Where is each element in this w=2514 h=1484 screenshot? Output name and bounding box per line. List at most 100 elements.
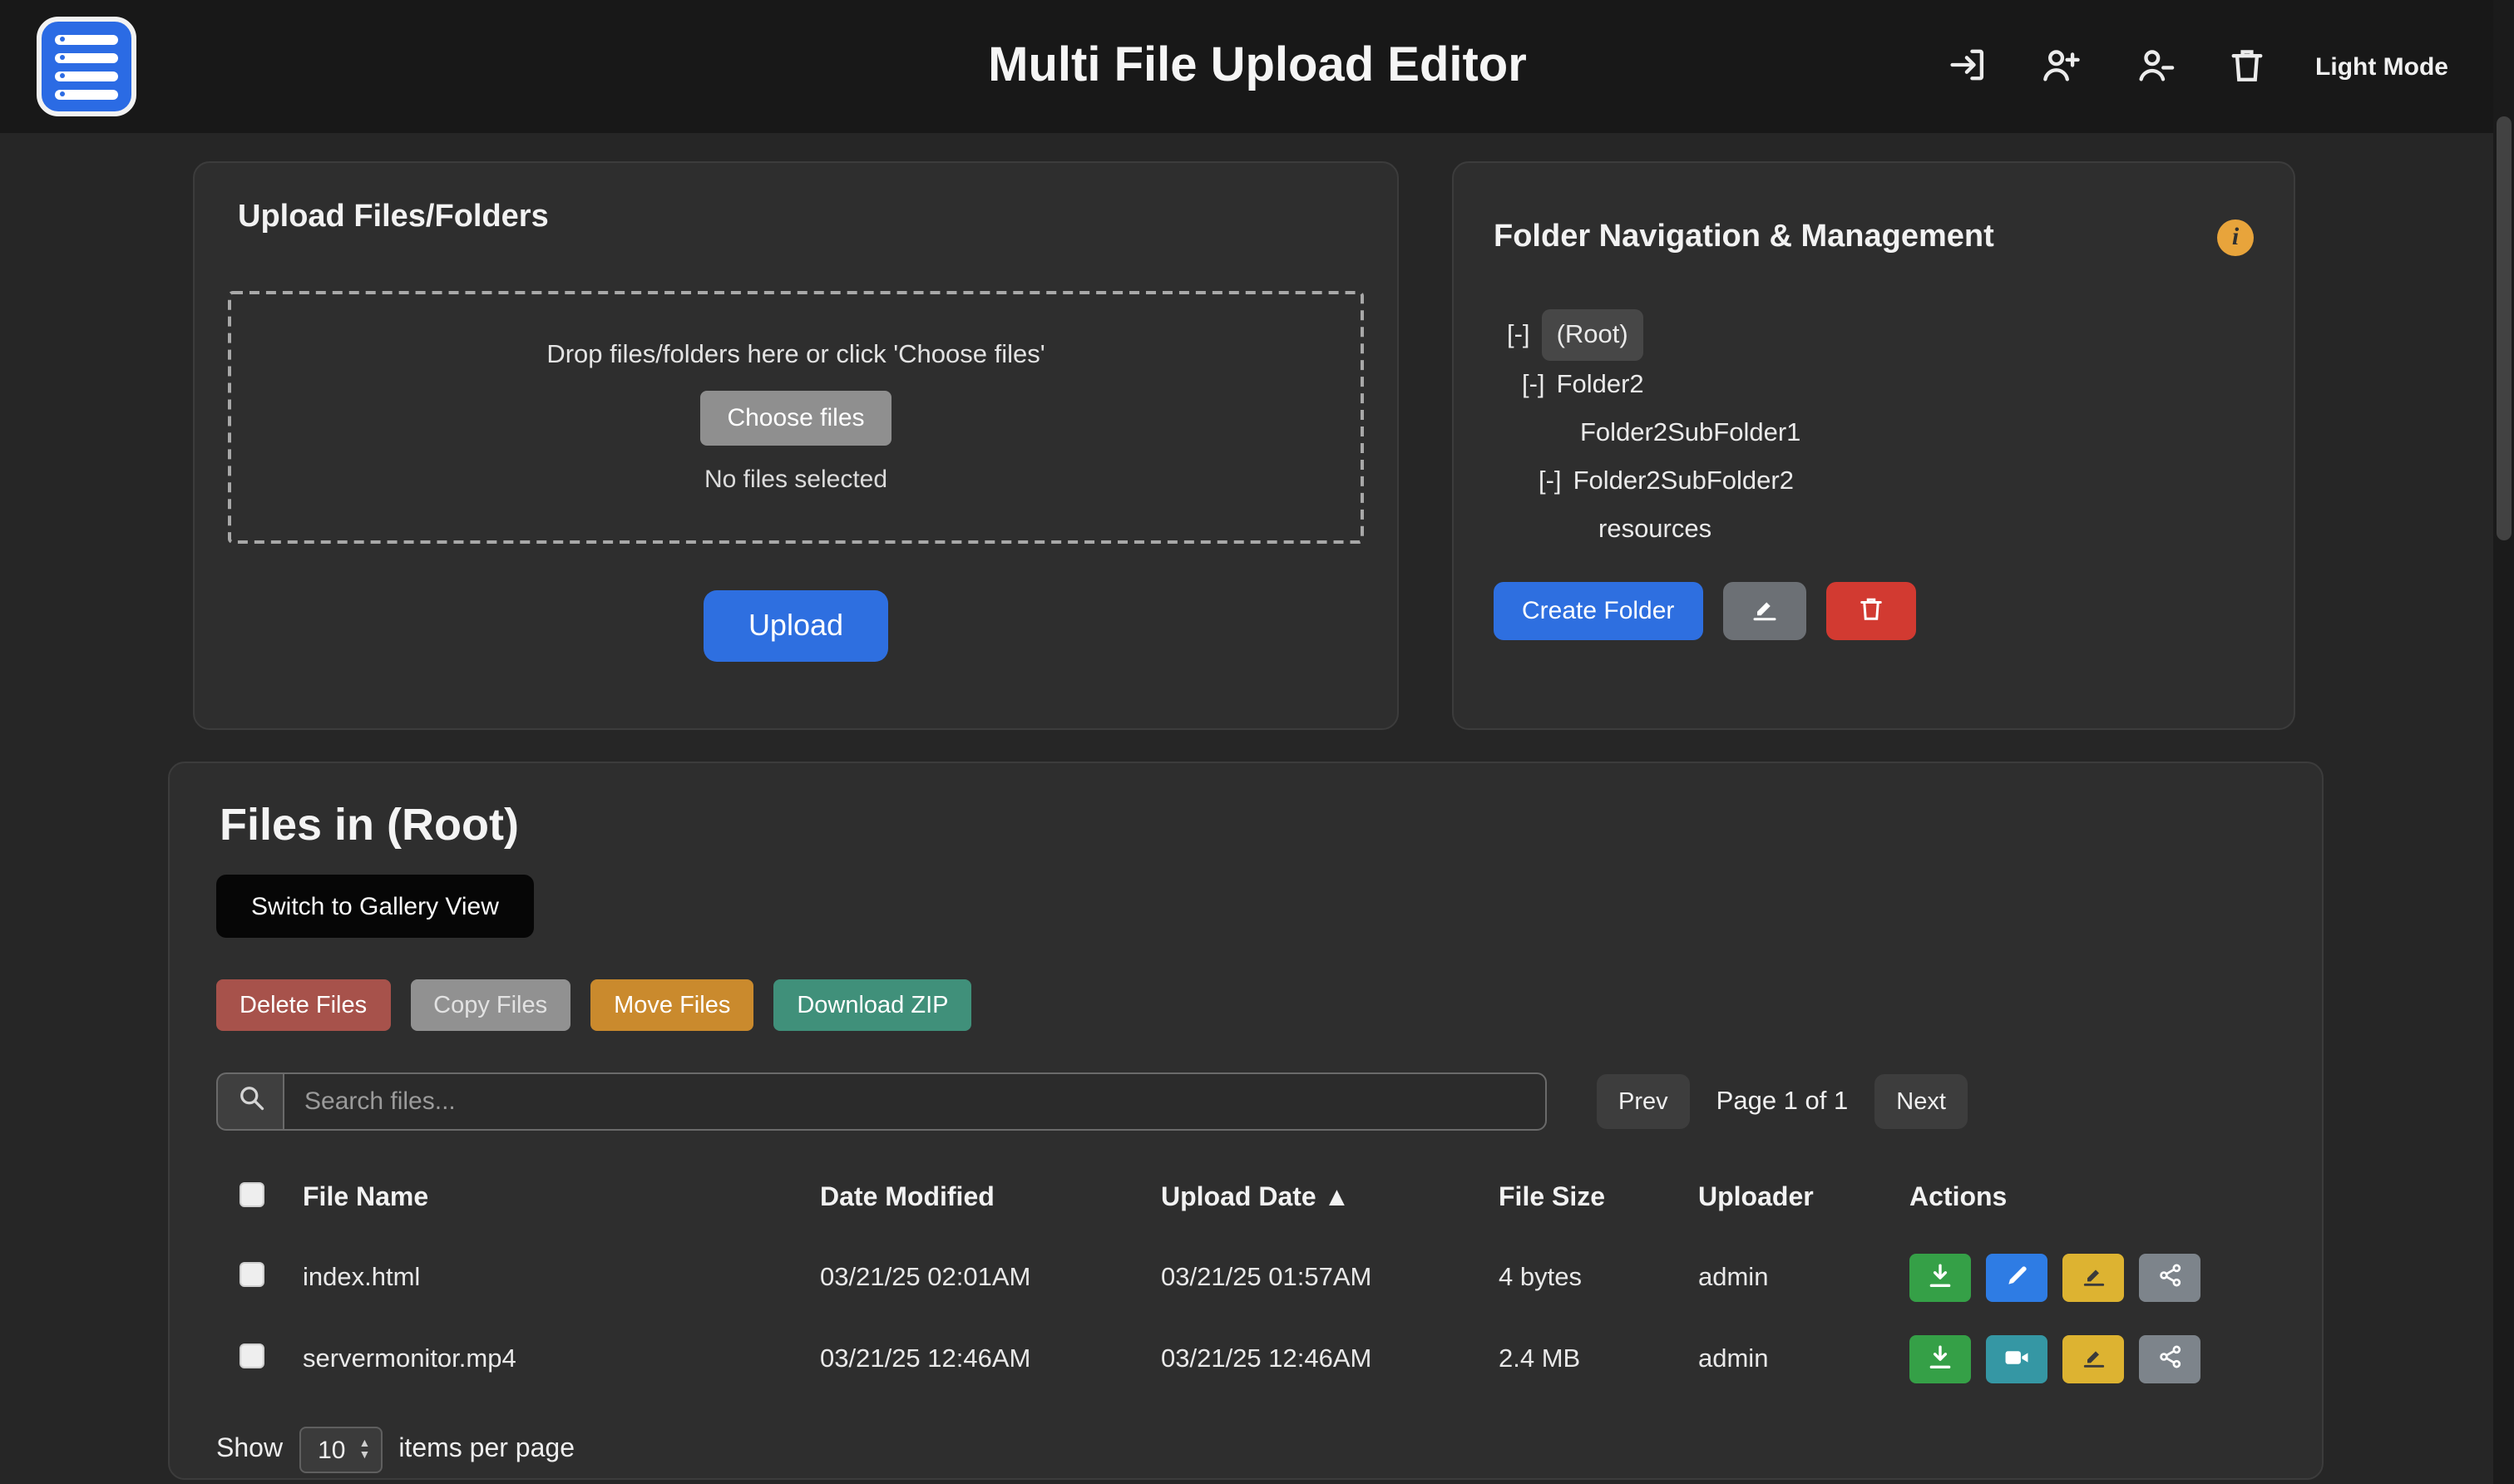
pencil-line-icon — [2080, 1262, 2107, 1294]
table-row: servermonitor.mp4 03/21/25 12:46AM 03/21… — [216, 1319, 2275, 1400]
remove-user-button[interactable] — [2129, 42, 2179, 91]
file-name: index.html — [303, 1263, 820, 1293]
folder-tree: [-] (Root) [-] Folder2 Folder2SubFolder1… — [1494, 308, 2254, 553]
select-all-checkbox[interactable] — [240, 1182, 264, 1207]
folder-panel-header: Folder Navigation & Management i — [1494, 193, 2254, 282]
scrollbar-thumb[interactable] — [2497, 116, 2512, 540]
tree-toggle[interactable]: [-] — [1522, 360, 1545, 408]
tree-item-label[interactable]: Folder2SubFolder2 — [1573, 456, 1794, 505]
server-stack-icon[interactable] — [37, 17, 136, 116]
download-file-button[interactable] — [1909, 1335, 1971, 1383]
pencil-icon — [2003, 1262, 2030, 1294]
tree-item-label[interactable]: Folder2 — [1557, 360, 1644, 408]
upload-date: 03/21/25 01:57AM — [1161, 1263, 1499, 1293]
logout-button[interactable] — [1943, 42, 1993, 91]
row-checkbox[interactable] — [240, 1343, 264, 1368]
row-actions — [1909, 1254, 2275, 1302]
info-icon[interactable]: i — [2217, 219, 2254, 256]
table-row: index.html 03/21/25 02:01AM 03/21/25 01:… — [216, 1237, 2275, 1319]
folder-actions: Create Folder — [1494, 581, 2254, 639]
table-header-row: File Name Date Modified Upload Date ▲ Fi… — [216, 1161, 2275, 1237]
next-page-button[interactable]: Next — [1874, 1074, 1968, 1129]
no-files-text: No files selected — [704, 466, 887, 494]
dropzone-text: Drop files/folders here or click 'Choose… — [546, 341, 1045, 371]
tree-item-root[interactable]: [-] (Root) — [1494, 308, 2254, 360]
share-file-button[interactable] — [2139, 1254, 2200, 1302]
share-file-button[interactable] — [2139, 1335, 2200, 1383]
items-per-page-label: items per page — [398, 1435, 575, 1465]
per-page-row: Show 10 ▲▼ items per page — [216, 1427, 2275, 1473]
download-zip-button[interactable]: Download ZIP — [773, 979, 971, 1031]
file-size: 4 bytes — [1499, 1263, 1698, 1293]
page-title: Multi File Upload Editor — [988, 39, 1527, 94]
rename-file-button[interactable] — [2062, 1335, 2124, 1383]
date-modified: 03/21/25 12:46AM — [820, 1344, 1161, 1374]
video-camera-icon — [2003, 1343, 2031, 1376]
upload-button-row: Upload — [228, 590, 1364, 662]
download-icon — [1926, 1261, 1954, 1294]
upload-date: 03/21/25 12:46AM — [1161, 1344, 1499, 1374]
rename-folder-button[interactable] — [1722, 581, 1805, 639]
upload-panel: Upload Files/Folders Drop files/folders … — [193, 161, 1399, 730]
choose-files-button[interactable]: Choose files — [700, 391, 891, 446]
gallery-view-toggle[interactable]: Switch to Gallery View — [216, 875, 534, 938]
download-icon — [1926, 1343, 1954, 1376]
pencil-line-icon — [2080, 1343, 2107, 1375]
page-scrollbar[interactable] — [2493, 0, 2514, 1484]
rename-file-button[interactable] — [2062, 1254, 2124, 1302]
create-folder-button[interactable]: Create Folder — [1494, 581, 1702, 639]
trash-icon — [1855, 593, 1885, 628]
column-header-uploader[interactable]: Uploader — [1698, 1184, 1909, 1214]
logo-bar — [55, 34, 118, 44]
tree-item-label[interactable]: resources — [1598, 505, 1711, 553]
app-viewport: Multi File Upload Editor — [0, 0, 2514, 1484]
tree-toggle[interactable]: [-] — [1507, 310, 1530, 358]
share-icon — [2156, 1343, 2183, 1375]
tree-item-label[interactable]: (Root) — [1542, 308, 1643, 360]
download-file-button[interactable] — [1909, 1254, 1971, 1302]
delete-folder-button[interactable] — [1825, 581, 1915, 639]
header-actions: Light Mode — [1943, 42, 2448, 91]
search-icon-box — [216, 1072, 283, 1131]
tree-item-folder2subfolder2[interactable]: [-] Folder2SubFolder2 — [1494, 456, 2254, 505]
user-plus-icon — [2039, 42, 2082, 91]
file-dropzone[interactable]: Drop files/folders here or click 'Choose… — [228, 291, 1364, 544]
tree-toggle[interactable]: [-] — [1539, 456, 1562, 505]
uploader: admin — [1698, 1263, 1909, 1293]
file-name: servermonitor.mp4 — [303, 1344, 820, 1374]
items-per-page-select[interactable]: 10 ▲▼ — [299, 1427, 382, 1473]
uploader: admin — [1698, 1344, 1909, 1374]
delete-files-button[interactable]: Delete Files — [216, 979, 390, 1031]
column-header-upload-date[interactable]: Upload Date ▲ — [1161, 1184, 1499, 1214]
tree-item-folder2[interactable]: [-] Folder2 — [1494, 360, 2254, 408]
column-header-actions: Actions — [1909, 1184, 2275, 1214]
column-header-file-size[interactable]: File Size — [1499, 1184, 1698, 1214]
column-header-date-modified[interactable]: Date Modified — [820, 1184, 1161, 1214]
column-header-file-name[interactable]: File Name — [303, 1184, 820, 1214]
tree-item-label[interactable]: Folder2SubFolder1 — [1580, 408, 1800, 456]
logo-bar — [55, 52, 118, 62]
tree-item-folder2subfolder1[interactable]: Folder2SubFolder1 — [1494, 408, 2254, 456]
delete-account-button[interactable] — [2222, 42, 2272, 91]
folder-panel: Folder Navigation & Management i [-] (Ro… — [1452, 161, 2295, 730]
prev-page-button[interactable]: Prev — [1597, 1074, 1690, 1129]
upload-panel-title: Upload Files/Folders — [238, 200, 1364, 236]
app-header: Multi File Upload Editor — [0, 0, 2514, 133]
search-input[interactable] — [283, 1072, 1547, 1131]
upload-button[interactable]: Upload — [704, 590, 888, 662]
tree-item-resources[interactable]: resources — [1494, 505, 2254, 553]
edit-file-button[interactable] — [1986, 1254, 2047, 1302]
logout-icon — [1946, 42, 1989, 91]
light-mode-toggle[interactable]: Light Mode — [2315, 52, 2448, 81]
preview-video-button[interactable] — [1986, 1335, 2047, 1383]
search-icon — [235, 1082, 265, 1121]
row-checkbox[interactable] — [240, 1261, 264, 1286]
folder-panel-title: Folder Navigation & Management — [1494, 219, 1994, 256]
select-spinner-icon: ▲▼ — [358, 1438, 370, 1462]
date-modified: 03/21/25 02:01AM — [820, 1263, 1161, 1293]
copy-files-button[interactable]: Copy Files — [410, 979, 570, 1031]
search-row: Prev Page 1 of 1 Next — [216, 1072, 2275, 1131]
add-user-button[interactable] — [2036, 42, 2086, 91]
move-files-button[interactable]: Move Files — [590, 979, 753, 1031]
files-panel: Files in (Root) Switch to Gallery View D… — [168, 762, 2324, 1480]
